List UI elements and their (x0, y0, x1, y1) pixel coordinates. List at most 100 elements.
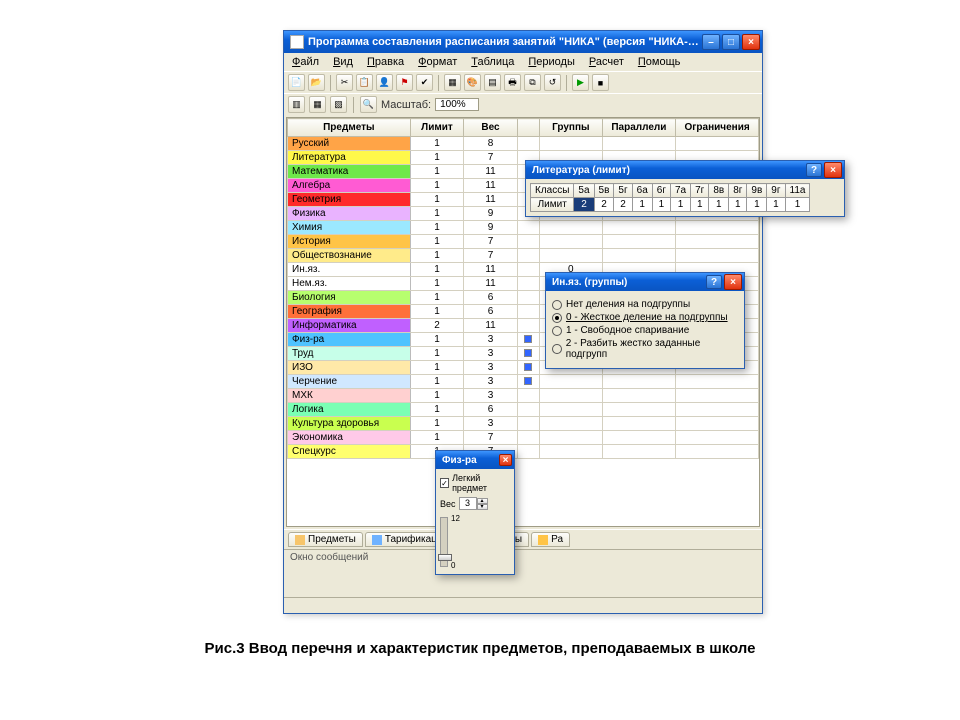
groups-cell[interactable] (540, 375, 602, 389)
limit-cell[interactable]: 1 (410, 207, 464, 221)
subject-cell[interactable]: География (288, 305, 411, 319)
mark-cell[interactable] (517, 305, 539, 319)
table-row[interactable]: Обществознание17 (288, 249, 759, 263)
mark-cell[interactable] (517, 249, 539, 263)
mark-cell[interactable] (517, 417, 539, 431)
limit-cell[interactable]: 1 (410, 221, 464, 235)
weight-cell[interactable]: 6 (464, 403, 518, 417)
limit-value-cell[interactable]: 1 (670, 198, 690, 212)
groups-cell[interactable] (540, 417, 602, 431)
parallels-cell[interactable] (602, 137, 676, 151)
parallels-cell[interactable] (602, 403, 676, 417)
toolbar-bold-icon[interactable]: ✔ (416, 74, 433, 91)
weight-cell[interactable]: 7 (464, 431, 518, 445)
subject-cell[interactable]: Русский (288, 137, 411, 151)
column-header[interactable]: Группы (540, 119, 602, 137)
limit-cell[interactable]: 1 (410, 263, 464, 277)
toolbar-run-icon[interactable]: ▶ (572, 74, 589, 91)
toolbar-color-icon[interactable]: 🎨 (464, 74, 481, 91)
limit-cell[interactable]: 1 (410, 333, 464, 347)
parallels-cell[interactable] (602, 445, 676, 459)
groups-cell[interactable] (540, 221, 602, 235)
menu-item[interactable]: Таблица (467, 55, 518, 69)
limit-class-header[interactable]: 5а (574, 184, 594, 198)
magnify-icon[interactable]: 🔍 (360, 96, 377, 113)
limit-class-header[interactable]: 7г (691, 184, 709, 198)
zoom-btn-1[interactable]: ▥ (288, 96, 305, 113)
groups-cell[interactable] (540, 403, 602, 417)
parallels-cell[interactable] (602, 431, 676, 445)
weight-cell[interactable]: 9 (464, 207, 518, 221)
parallels-cell[interactable] (602, 375, 676, 389)
weight-cell[interactable]: 7 (464, 249, 518, 263)
mark-cell[interactable] (517, 319, 539, 333)
table-row[interactable]: Черчение13 (288, 375, 759, 389)
limit-class-header[interactable]: 9г (767, 184, 785, 198)
subject-cell[interactable]: МХК (288, 389, 411, 403)
limit-cell[interactable]: 1 (410, 235, 464, 249)
mark-cell[interactable] (517, 333, 539, 347)
limit-cell[interactable]: 2 (410, 319, 464, 333)
toolbar-table-icon[interactable]: ▦ (444, 74, 461, 91)
subject-cell[interactable]: Культура здоровья (288, 417, 411, 431)
limit-cell[interactable]: 1 (410, 137, 464, 151)
zoom-value[interactable]: 100% (435, 98, 479, 111)
limit-value-cell[interactable]: 2 (614, 198, 632, 212)
subject-cell[interactable]: Экономика (288, 431, 411, 445)
subject-cell[interactable]: Труд (288, 347, 411, 361)
limit-class-header[interactable]: 5в (594, 184, 614, 198)
groups-cell[interactable] (540, 235, 602, 249)
limit-value-cell[interactable]: 1 (767, 198, 785, 212)
slider-thumb[interactable] (438, 554, 452, 561)
weight-cell[interactable]: 6 (464, 305, 518, 319)
restrictions-cell[interactable] (676, 249, 759, 263)
limit-value-cell[interactable]: 1 (729, 198, 747, 212)
limit-cell[interactable]: 1 (410, 291, 464, 305)
toolbar-print-icon[interactable]: 🖶 (504, 74, 521, 91)
limit-value-cell[interactable]: 1 (632, 198, 652, 212)
menu-item[interactable]: Периоды (524, 55, 579, 69)
limit-class-header[interactable]: 8в (709, 184, 729, 198)
menu-item[interactable]: Правка (363, 55, 408, 69)
groups-cell[interactable] (540, 137, 602, 151)
limit-cell[interactable]: 1 (410, 375, 464, 389)
restrictions-cell[interactable] (676, 235, 759, 249)
weight-cell[interactable]: 6 (464, 291, 518, 305)
restrictions-cell[interactable] (676, 417, 759, 431)
table-row[interactable]: Спецкурс17 (288, 445, 759, 459)
light-subject-checkbox[interactable]: ✓ (440, 478, 449, 488)
limit-cell[interactable]: 1 (410, 431, 464, 445)
subject-cell[interactable]: Физ-ра (288, 333, 411, 347)
mark-cell[interactable] (517, 403, 539, 417)
weight-cell[interactable]: 3 (464, 389, 518, 403)
weight-cell[interactable]: 3 (464, 375, 518, 389)
column-header[interactable]: Предметы (288, 119, 411, 137)
radio-option[interactable]: Нет деления на подгруппы (552, 299, 738, 310)
weight-cell[interactable]: 7 (464, 151, 518, 165)
subject-cell[interactable]: Биология (288, 291, 411, 305)
mark-cell[interactable] (517, 375, 539, 389)
limit-value-cell[interactable]: 1 (785, 198, 810, 212)
subject-cell[interactable]: Литература (288, 151, 411, 165)
weight-cell[interactable]: 11 (464, 263, 518, 277)
menu-item[interactable]: Файл (288, 55, 323, 69)
toolbar-open-icon[interactable]: 📂 (308, 74, 325, 91)
limit-class-header[interactable]: 6г (652, 184, 670, 198)
table-row[interactable]: Культура здоровья13 (288, 417, 759, 431)
weight-cell[interactable]: 3 (464, 361, 518, 375)
weight-spinner[interactable]: 3 ▴ ▾ (459, 497, 488, 510)
limit-value-cell[interactable]: 1 (691, 198, 709, 212)
limit-popup-help-button[interactable]: ? (806, 163, 822, 177)
close-button[interactable]: × (742, 34, 760, 50)
toolbar-grid-icon[interactable]: ▤ (484, 74, 501, 91)
parallels-cell[interactable] (602, 235, 676, 249)
toolbar-new-icon[interactable]: 📄 (288, 74, 305, 91)
toolbar-user-icon[interactable]: 👤 (376, 74, 393, 91)
column-header[interactable] (517, 119, 539, 137)
minimize-button[interactable]: – (702, 34, 720, 50)
column-header[interactable]: Лимит (410, 119, 464, 137)
maximize-button[interactable]: □ (722, 34, 740, 50)
toolbar-undo-icon[interactable]: ↺ (544, 74, 561, 91)
mark-cell[interactable] (517, 263, 539, 277)
mark-cell[interactable] (517, 445, 539, 459)
